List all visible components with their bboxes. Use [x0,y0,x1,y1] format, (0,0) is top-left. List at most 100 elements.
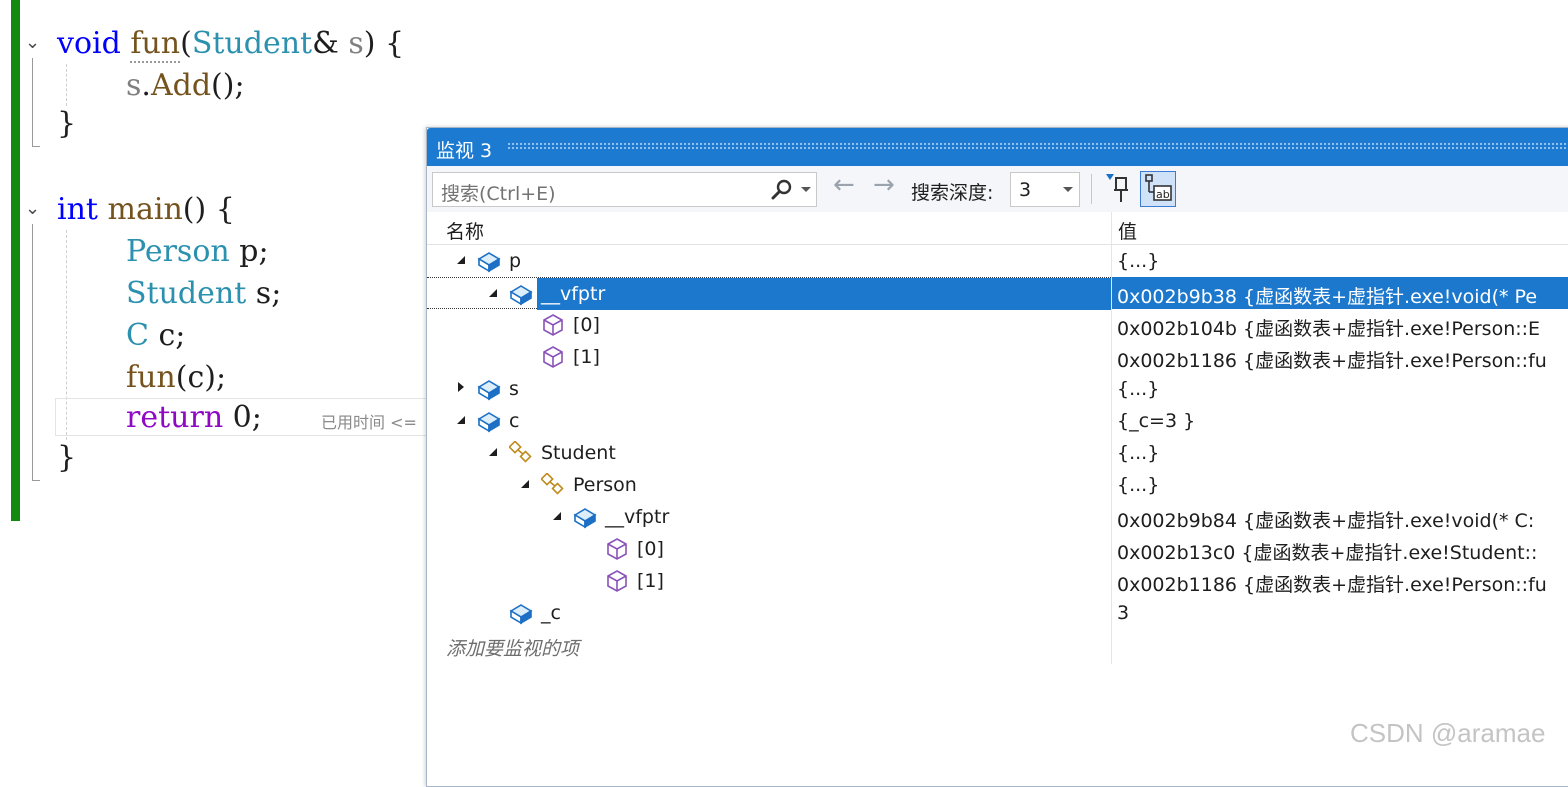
watch-row[interactable]: [1] 0x002b1186 {虚函数表+虚指针.exe!Person::fu [427,341,1568,373]
variable-icon [573,505,597,529]
watch-row[interactable]: __vfptr 0x002b9b38 {虚函数表+虚指针.exe!void(* P… [427,277,1568,310]
watch-row[interactable]: _c 3 [427,597,1568,629]
fold-chevron-down-icon[interactable]: ⌄ [25,34,40,52]
variable-icon [477,409,501,433]
watch-value: 0x002b1186 {虚函数表+虚指针.exe!Person::fu [1117,574,1547,596]
selection-highlight [537,278,1111,310]
search-icon[interactable] [771,179,793,201]
add-watch-placeholder: 添加要监视的项 [446,638,580,660]
code-token: . [141,68,151,103]
watch-name-cell[interactable]: [1] [427,341,1111,373]
code-token: int [57,192,98,227]
watch-row[interactable]: __vfptr 0x002b9b84 {虚函数表+虚指针.exe!void(* C… [427,501,1568,533]
search-previous-arrow-icon[interactable]: ← [833,172,855,198]
code-line: int main() { [57,190,235,230]
watch-row[interactable]: s {...} [427,373,1568,405]
watch-value-cell[interactable]: {...} [1112,373,1568,405]
watch-value-cell[interactable]: {_c=3 } [1112,405,1568,437]
watch-row[interactable]: Person {...} [427,469,1568,501]
watch-row[interactable]: [0] 0x002b104b {虚函数表+虚指针.exe!Person::E [427,309,1568,341]
code-token: s [348,26,364,61]
watch-name: [1] [573,346,600,368]
watch-grid: 名称 值 p {...} __vfptr 0x002b9b38 {虚函数表+虚指针.e… [427,212,1568,664]
watch-value: 0x002b1186 {虚函数表+虚指针.exe!Person::fu [1117,350,1547,372]
search-input[interactable]: 搜索(Ctrl+E) [432,172,817,207]
watch-name-cell[interactable]: c [427,405,1111,437]
watch-value: {...} [1117,442,1160,464]
search-depth-select[interactable]: 3 [1010,172,1080,207]
indent-guide [66,64,67,106]
watch-window: 监视 3 搜索(Ctrl+E) ← → 搜索深度: 3 ab 名称 值 p {.… [426,127,1568,787]
watch-name-cell[interactable]: [0] [427,309,1111,341]
watch-name: Student [541,442,616,464]
search-next-arrow-icon[interactable]: → [873,172,895,198]
watch-name-cell[interactable]: __vfptr [427,501,1111,533]
field-icon [605,537,629,561]
expanded-triangle-icon[interactable] [489,448,497,456]
watch-name-cell[interactable]: p [427,245,1111,277]
watch-value-cell[interactable]: 0x002b13c0 {虚函数表+虚指针.exe!Student:: [1112,533,1568,565]
watch-name: [0] [637,538,664,560]
watch-value-cell[interactable]: 0x002b1186 {虚函数表+虚指针.exe!Person::fu [1112,341,1568,373]
code-token: } [57,440,77,475]
watch-row[interactable]: c {_c=3 } [427,405,1568,437]
column-header-name[interactable]: 名称 [446,217,484,244]
code-line: Person p; [126,232,269,272]
watch-row[interactable]: [0] 0x002b13c0 {虚函数表+虚指针.exe!Student:: [427,533,1568,565]
watch-value-cell[interactable]: 0x002b9b84 {虚函数表+虚指针.exe!void(* C: [1112,501,1568,533]
watch-name: _c [541,602,561,624]
fold-chevron-down-icon[interactable]: ⌄ [25,200,40,218]
code-token: Student [126,276,247,311]
watch-name-cell[interactable]: s [427,373,1111,405]
watch-title-bar[interactable]: 监视 3 [427,128,1568,166]
watch-value: {...} [1117,250,1160,272]
watch-value: 3 [1117,602,1130,624]
field-icon [541,313,565,337]
watch-value-cell[interactable]: 0x002b9b38 {虚函数表+虚指针.exe!void(* Pe [1112,277,1568,309]
code-line: s.Add(); [126,66,245,106]
watch-value-cell[interactable]: {...} [1112,469,1568,501]
code-token: & [312,26,349,61]
expanded-triangle-icon[interactable] [457,416,465,424]
code-line: return 0; [126,398,262,438]
search-depth-label: 搜索深度: [911,182,994,204]
expanded-triangle-icon[interactable] [521,480,529,488]
code-token: fun [126,360,176,395]
code-token: 0; [223,400,262,435]
watch-value: {_c=3 } [1117,410,1196,432]
watch-name-cell[interactable]: [0] [427,533,1111,565]
watch-value-cell[interactable]: 0x002b1186 {虚函数表+虚指针.exe!Person::fu [1112,565,1568,597]
watch-row[interactable]: [1] 0x002b1186 {虚函数表+虚指针.exe!Person::fu [427,565,1568,597]
variable-icon [509,282,533,306]
watch-value-cell[interactable]: {...} [1112,245,1568,277]
watch-name-cell[interactable]: [1] [427,565,1111,597]
search-depth-value: 3 [1019,179,1032,201]
watch-value-cell[interactable]: 3 [1112,597,1568,629]
watch-row[interactable]: p {...} [427,245,1568,277]
code-token: main [107,192,183,227]
watch-value: {...} [1117,378,1160,400]
watch-value-cell[interactable]: 0x002b104b {虚函数表+虚指针.exe!Person::E [1112,309,1568,341]
watch-name: Person [573,474,637,496]
column-header-value[interactable]: 值 [1118,217,1137,244]
pin-icon[interactable] [1103,172,1133,206]
watch-value-cell[interactable]: {...} [1112,437,1568,469]
expanded-triangle-icon[interactable] [457,256,465,264]
code-token: Add [150,68,212,103]
search-dropdown-icon[interactable] [801,187,811,192]
hex-display-icon: ab [1145,174,1172,201]
hex-display-button[interactable]: ab [1140,171,1176,207]
expanded-triangle-icon[interactable] [489,289,497,297]
expanded-triangle-icon[interactable] [553,512,561,520]
collapsed-triangle-icon[interactable] [458,382,464,392]
watch-name-cell[interactable]: Student [427,437,1111,469]
fold-guide-end [32,146,40,147]
add-watch-row[interactable]: 添加要监视的项 [427,629,1568,661]
watch-name-cell[interactable]: _c [427,597,1111,629]
watch-row[interactable]: Student {...} [427,437,1568,469]
watch-name-cell[interactable]: Person [427,469,1111,501]
watch-name: [0] [573,314,600,336]
watch-name: c [509,410,520,432]
watch-name-cell[interactable]: __vfptr [427,277,1111,310]
